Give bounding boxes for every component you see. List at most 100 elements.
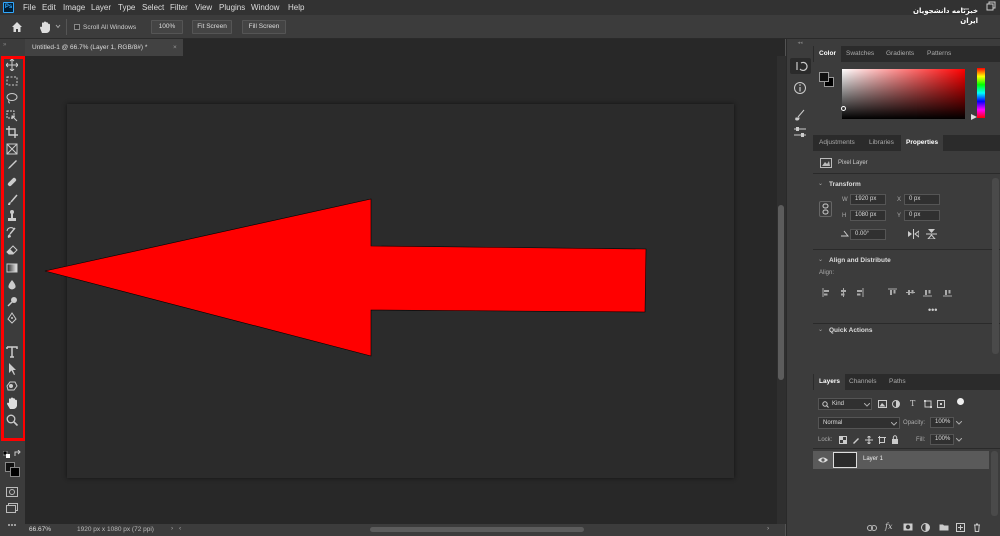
menu-image[interactable]: Image xyxy=(63,3,85,12)
background-color-swatch[interactable] xyxy=(10,467,20,477)
hue-slider-marker[interactable] xyxy=(971,114,979,120)
menu-plugins[interactable]: Plugins xyxy=(219,3,245,12)
width-input[interactable]: 1920 px xyxy=(850,194,886,205)
chevron-down-icon[interactable]: ⌄ xyxy=(818,256,823,263)
red-arrow-shape[interactable] xyxy=(44,198,647,357)
zoom-level[interactable]: 66.67% xyxy=(29,526,51,533)
object-select-tool-icon[interactable] xyxy=(6,110,18,122)
history-brush-tool-icon[interactable] xyxy=(6,227,18,239)
tab-adjustments[interactable]: Adjustments xyxy=(819,135,855,151)
tab-gradients[interactable]: Gradients xyxy=(886,46,914,62)
scroll-all-checkbox[interactable] xyxy=(74,24,80,30)
marquee-tool-icon[interactable] xyxy=(6,75,18,87)
chevron-down-icon[interactable]: ⌄ xyxy=(818,180,823,187)
flip-vertical-icon[interactable] xyxy=(926,229,937,239)
hand-tool-preset-icon[interactable] xyxy=(38,20,52,34)
brush-settings-icon[interactable] xyxy=(793,108,807,122)
type-tool-icon[interactable] xyxy=(6,346,18,358)
link-dimensions-button[interactable] xyxy=(819,201,832,217)
menu-type[interactable]: Type xyxy=(118,3,135,12)
menu-select[interactable]: Select xyxy=(142,3,164,12)
align-center-h-icon[interactable] xyxy=(839,288,848,297)
hand-tool-icon[interactable] xyxy=(6,397,18,409)
document-info[interactable]: 1920 px x 1080 px (72 ppi) xyxy=(77,526,154,533)
align-left-icon[interactable] xyxy=(822,288,831,297)
zoom-tool-icon[interactable] xyxy=(6,414,18,426)
color-field[interactable] xyxy=(842,69,965,119)
tab-swatches[interactable]: Swatches xyxy=(846,46,874,62)
more-options-icon[interactable]: ••• xyxy=(928,305,937,315)
lock-pixels-icon[interactable] xyxy=(852,436,860,444)
close-tab-icon[interactable]: × xyxy=(173,39,177,56)
tab-patterns[interactable]: Patterns xyxy=(927,46,951,62)
crop-tool-icon[interactable] xyxy=(6,126,18,138)
eyedropper-tool-icon[interactable] xyxy=(6,159,18,171)
tab-channels[interactable]: Channels xyxy=(849,374,876,390)
vertical-scroll-thumb[interactable] xyxy=(778,205,784,380)
tab-layers[interactable]: Layers xyxy=(814,374,845,390)
blur-tool-icon[interactable] xyxy=(6,279,18,291)
adjustments-sliders-icon[interactable] xyxy=(793,125,807,139)
swap-colors-icon[interactable] xyxy=(14,450,22,458)
status-expand-icon[interactable]: › xyxy=(171,525,173,532)
document-tab[interactable]: Untitled-1 @ 66.7% (Layer 1, RGB/8#) * × xyxy=(25,39,183,56)
layer-filter-select[interactable]: Kind xyxy=(818,398,872,410)
chevron-down-icon[interactable] xyxy=(55,24,61,29)
healing-brush-tool-icon[interactable] xyxy=(6,176,18,188)
filter-shape-icon[interactable] xyxy=(924,400,932,408)
shape-tool-icon[interactable] xyxy=(6,380,18,392)
angle-input[interactable]: 0.00° xyxy=(850,229,886,240)
fill-screen-button[interactable]: Fill Screen xyxy=(242,20,286,34)
frame-tool-icon[interactable] xyxy=(6,143,18,155)
align-bottom-icon[interactable] xyxy=(923,288,932,297)
menu-view[interactable]: View xyxy=(195,3,212,12)
info-icon[interactable] xyxy=(793,81,807,95)
layer-mask-icon[interactable] xyxy=(903,523,913,531)
panel-collapse-icon[interactable]: » xyxy=(3,42,6,48)
layer-row[interactable]: Layer 1 xyxy=(813,451,989,469)
blend-mode-select[interactable]: Normal xyxy=(818,417,900,429)
x-input[interactable]: 0 px xyxy=(904,194,940,205)
align-top-icon[interactable] xyxy=(888,288,897,297)
zoom-100-button[interactable]: 100% xyxy=(151,20,183,34)
layer-style-icon[interactable]: fx xyxy=(885,522,892,531)
dodge-tool-icon[interactable] xyxy=(6,296,18,308)
default-colors-icon[interactable] xyxy=(3,451,10,458)
filter-smart-object-icon[interactable] xyxy=(937,400,945,408)
chevron-down-icon[interactable] xyxy=(956,421,962,425)
distribute-icon[interactable] xyxy=(943,288,952,297)
link-layers-icon[interactable] xyxy=(867,524,877,532)
chevron-down-icon[interactable] xyxy=(956,438,962,442)
eye-icon[interactable] xyxy=(818,456,828,464)
chevron-down-icon[interactable]: ⌄ xyxy=(818,326,823,333)
path-selection-tool-icon[interactable] xyxy=(6,363,18,375)
hue-slider[interactable] xyxy=(977,68,985,118)
align-center-v-icon[interactable] xyxy=(906,288,915,297)
tab-color[interactable]: Color xyxy=(814,46,841,62)
move-tool-icon[interactable] xyxy=(6,59,18,71)
menu-edit[interactable]: Edit xyxy=(42,3,56,12)
tab-properties[interactable]: Properties xyxy=(901,135,944,151)
restore-icon[interactable] xyxy=(986,1,996,11)
tab-paths[interactable]: Paths xyxy=(889,374,906,390)
new-adjustment-icon[interactable] xyxy=(921,523,930,532)
filter-type-icon[interactable]: T xyxy=(910,399,915,408)
strip-grip-icon[interactable]: ◂◂ xyxy=(789,40,811,46)
flip-horizontal-icon[interactable] xyxy=(908,229,919,239)
menu-file[interactable]: File xyxy=(23,3,36,12)
trash-icon[interactable] xyxy=(973,523,981,532)
align-section-title[interactable]: Align and Distribute xyxy=(829,257,891,264)
quick-actions-title[interactable]: Quick Actions xyxy=(829,327,872,334)
menu-layer[interactable]: Layer xyxy=(91,3,111,12)
properties-scrollbar[interactable] xyxy=(992,178,999,354)
transform-section-title[interactable]: Transform xyxy=(829,181,861,188)
color-picker-marker[interactable] xyxy=(841,106,846,111)
filter-toggle-icon[interactable] xyxy=(956,397,965,406)
tab-libraries[interactable]: Libraries xyxy=(869,135,894,151)
scroll-right-icon[interactable]: › xyxy=(767,525,769,532)
menu-filter[interactable]: Filter xyxy=(170,3,188,12)
lock-all-icon[interactable] xyxy=(891,435,899,444)
layers-scrollbar[interactable] xyxy=(991,451,998,516)
history-panel-icon-bg[interactable] xyxy=(790,58,811,74)
pen-tool-icon[interactable] xyxy=(6,312,18,324)
